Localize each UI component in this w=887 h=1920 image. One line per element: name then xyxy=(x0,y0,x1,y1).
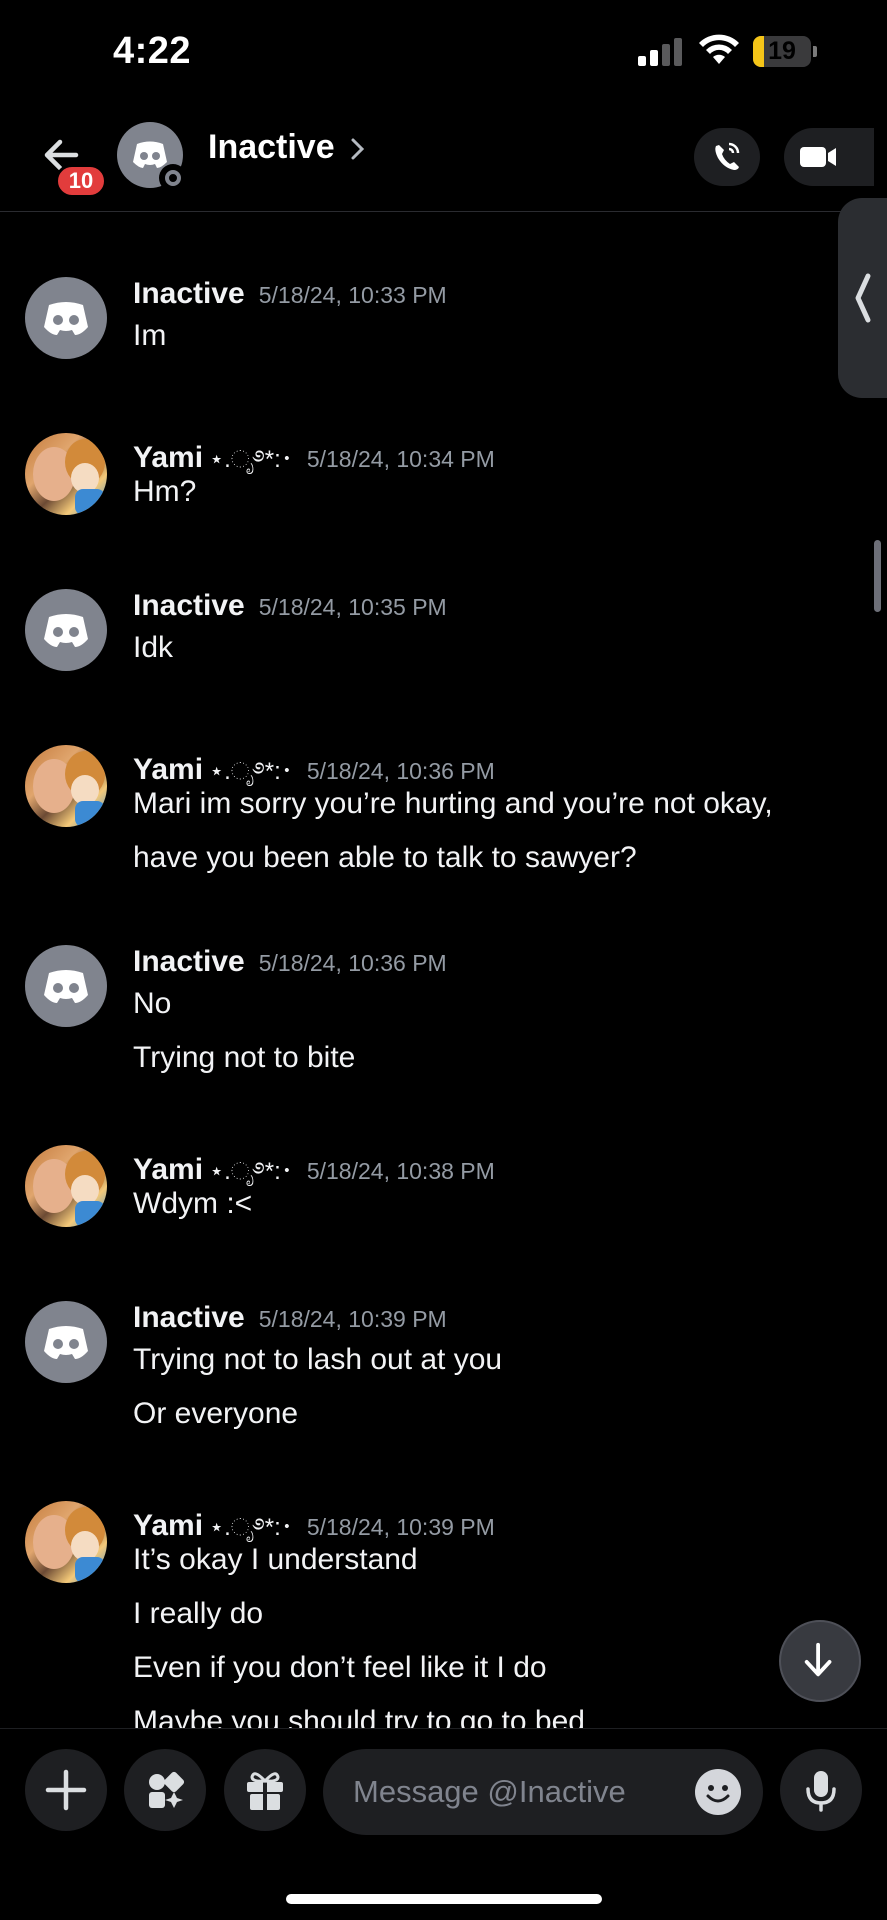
message-timestamp: 5/18/24, 10:33 PM xyxy=(258,282,447,308)
author-name[interactable]: Yami xyxy=(133,1509,203,1542)
user-avatar[interactable] xyxy=(25,1301,107,1383)
smiley-face-icon xyxy=(706,1785,730,1803)
offline-status-icon xyxy=(159,164,187,192)
user-avatar[interactable] xyxy=(25,589,107,671)
message-text[interactable]: Mari im sorry you’re hurting and you’re … xyxy=(133,783,773,825)
apps-icon xyxy=(149,1771,185,1808)
message-timestamp: 5/18/24, 10:36 PM xyxy=(258,950,447,976)
message-text[interactable]: Even if you don’t feel like it I do xyxy=(133,1647,547,1689)
message-header: Inactive 5/18/24, 10:35 PM xyxy=(133,589,447,633)
jump-to-present-button[interactable] xyxy=(779,1620,861,1702)
message-composer xyxy=(0,1728,887,1848)
message-text[interactable]: Im xyxy=(133,315,166,357)
message-text[interactable]: Maybe you should try to go to bed xyxy=(133,1701,585,1728)
message-list[interactable]: Inactive 5/18/24, 10:33 PM Im Yami ⋆.ೃ࿔*:･ 5/… xyxy=(0,213,887,1728)
message-header: Inactive 5/18/24, 10:36 PM xyxy=(133,945,447,989)
status-bar: 4:22 19 xyxy=(0,0,887,100)
author-flair: ⋆.ೃ࿔*:･ xyxy=(209,1514,293,1541)
scrollbar[interactable] xyxy=(874,540,881,612)
author-flair: ⋆.ೃ࿔*:･ xyxy=(209,446,293,473)
message-text[interactable]: Wdym :< xyxy=(133,1183,252,1225)
author-name[interactable]: Inactive xyxy=(133,1301,245,1334)
author-name[interactable]: Inactive xyxy=(133,945,245,978)
clock: 4:22 xyxy=(113,30,192,72)
discord-logo-icon xyxy=(44,970,88,1003)
battery-percent: 19 xyxy=(768,37,796,65)
arrow-down-icon xyxy=(804,1642,832,1677)
emoji-button[interactable] xyxy=(695,1769,741,1815)
message-text[interactable]: Or everyone xyxy=(133,1393,298,1435)
discord-logo-icon xyxy=(44,614,88,647)
voice-call-button[interactable] xyxy=(694,128,760,186)
channel-avatar[interactable] xyxy=(117,122,187,192)
message-text[interactable]: It’s okay I understand xyxy=(133,1539,418,1581)
phone-icon xyxy=(715,142,740,170)
message-text[interactable]: have you been able to talk to sawyer? xyxy=(133,837,637,879)
message-timestamp: 5/18/24, 10:39 PM xyxy=(258,1306,447,1332)
cellular-signal-icon xyxy=(638,38,684,66)
user-avatar[interactable] xyxy=(25,433,107,515)
message-text[interactable]: Trying not to bite xyxy=(133,1037,355,1079)
video-call-button[interactable] xyxy=(784,128,874,186)
gift-icon xyxy=(247,1772,283,1810)
message-timestamp: 5/18/24, 10:34 PM xyxy=(306,446,495,472)
user-avatar[interactable] xyxy=(25,277,107,359)
wifi-icon xyxy=(699,34,739,64)
battery-icon: 19 xyxy=(753,36,817,67)
author-name[interactable]: Inactive xyxy=(133,277,245,310)
apps-button[interactable] xyxy=(124,1749,206,1831)
discord-logo-icon xyxy=(44,1326,88,1359)
author-flair: ⋆.ೃ࿔*:･ xyxy=(209,758,293,785)
home-indicator xyxy=(286,1894,602,1904)
message-text[interactable]: Hm? xyxy=(133,471,196,513)
message-timestamp: 5/18/24, 10:35 PM xyxy=(258,594,447,620)
add-attachment-button[interactable] xyxy=(25,1749,107,1831)
user-avatar[interactable] xyxy=(25,1501,107,1583)
user-avatar[interactable] xyxy=(25,1145,107,1227)
plus-icon xyxy=(45,1769,87,1811)
video-camera-icon xyxy=(800,147,836,167)
message-timestamp: 5/18/24, 10:39 PM xyxy=(306,1514,495,1540)
message-text[interactable]: No xyxy=(133,983,171,1025)
chat-header: Inactive xyxy=(0,100,887,398)
microphone-icon xyxy=(806,1771,836,1812)
discord-logo-icon xyxy=(44,302,88,335)
gift-button[interactable] xyxy=(224,1749,306,1831)
author-name[interactable]: Yami xyxy=(133,441,203,474)
voice-message-button[interactable] xyxy=(780,1749,862,1831)
user-avatar[interactable] xyxy=(25,945,107,1027)
author-name[interactable]: Inactive xyxy=(133,589,245,622)
user-avatar[interactable] xyxy=(25,745,107,827)
chevron-right-icon[interactable] xyxy=(348,136,366,162)
message-text[interactable]: I really do xyxy=(133,1593,263,1635)
author-flair: ⋆.ೃ࿔*:･ xyxy=(209,1158,293,1185)
unread-badge: 10 xyxy=(55,164,107,198)
channel-title[interactable]: Inactive xyxy=(208,128,335,167)
message-timestamp: 5/18/24, 10:36 PM xyxy=(306,758,495,784)
message-timestamp: 5/18/24, 10:38 PM xyxy=(306,1158,495,1184)
message-header: Inactive 5/18/24, 10:33 PM xyxy=(133,277,447,321)
message-text[interactable]: Idk xyxy=(133,627,173,669)
author-name[interactable]: Yami xyxy=(133,753,203,786)
message-text[interactable]: Trying not to lash out at you xyxy=(133,1339,502,1381)
author-name[interactable]: Yami xyxy=(133,1153,203,1186)
